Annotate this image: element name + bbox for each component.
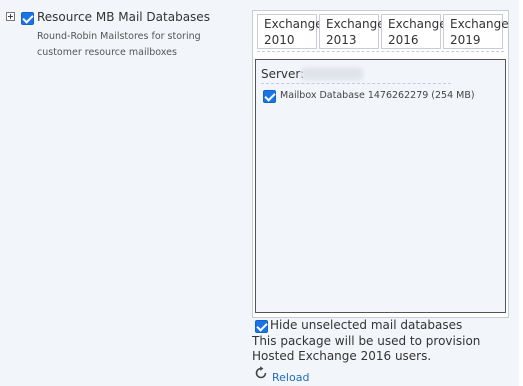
tab-label-line2: 2019	[450, 33, 481, 47]
provision-note: This package will be used to provision H…	[252, 334, 481, 363]
tab-exchange-2019[interactable]: Exchange 2019	[443, 14, 509, 49]
right-edge	[519, 0, 523, 386]
tabs-divider	[257, 51, 504, 52]
tab-label-line1: Exchange	[326, 17, 385, 31]
expand-plus-icon[interactable]	[6, 12, 15, 21]
tab-exchange-2013[interactable]: Exchange 2013	[319, 14, 385, 49]
tab-exchange-2010[interactable]: Exchange 2010	[257, 14, 323, 49]
tab-label-line1: Exchange	[264, 17, 323, 31]
tab-label-line2: 2010	[264, 33, 295, 47]
database-list[interactable]: Server: Mailbox Database 1476262279 (254…	[255, 59, 506, 313]
server-divider	[261, 83, 451, 84]
tab-label-line2: 2013	[326, 33, 357, 47]
tab-label-line1: Exchange	[450, 17, 509, 31]
hide-unselected-checkbox[interactable]	[255, 320, 268, 333]
exchange-version-panel: Exchange 2010 Exchange 2013 Exchange 201…	[252, 10, 509, 318]
reload-icon[interactable]	[254, 366, 268, 380]
hide-unselected-label: Hide unselected mail databases	[270, 318, 463, 332]
package-title: Resource MB Mail Databases	[37, 10, 210, 24]
tab-label-line2: 2016	[388, 33, 419, 47]
tab-label-line1: Exchange	[388, 17, 447, 31]
tab-exchange-2016[interactable]: Exchange 2016	[381, 14, 447, 49]
database-checkbox[interactable]	[263, 90, 276, 103]
server-name-redacted	[301, 68, 363, 80]
reload-link[interactable]: Reload	[272, 371, 309, 384]
package-checkbox[interactable]	[21, 12, 34, 25]
database-label: Mailbox Database 1476262279 (254 MB)	[280, 90, 475, 101]
server-label: Server:	[261, 67, 305, 81]
package-description: Round-Robin Mailstores for storing custo…	[37, 31, 201, 58]
